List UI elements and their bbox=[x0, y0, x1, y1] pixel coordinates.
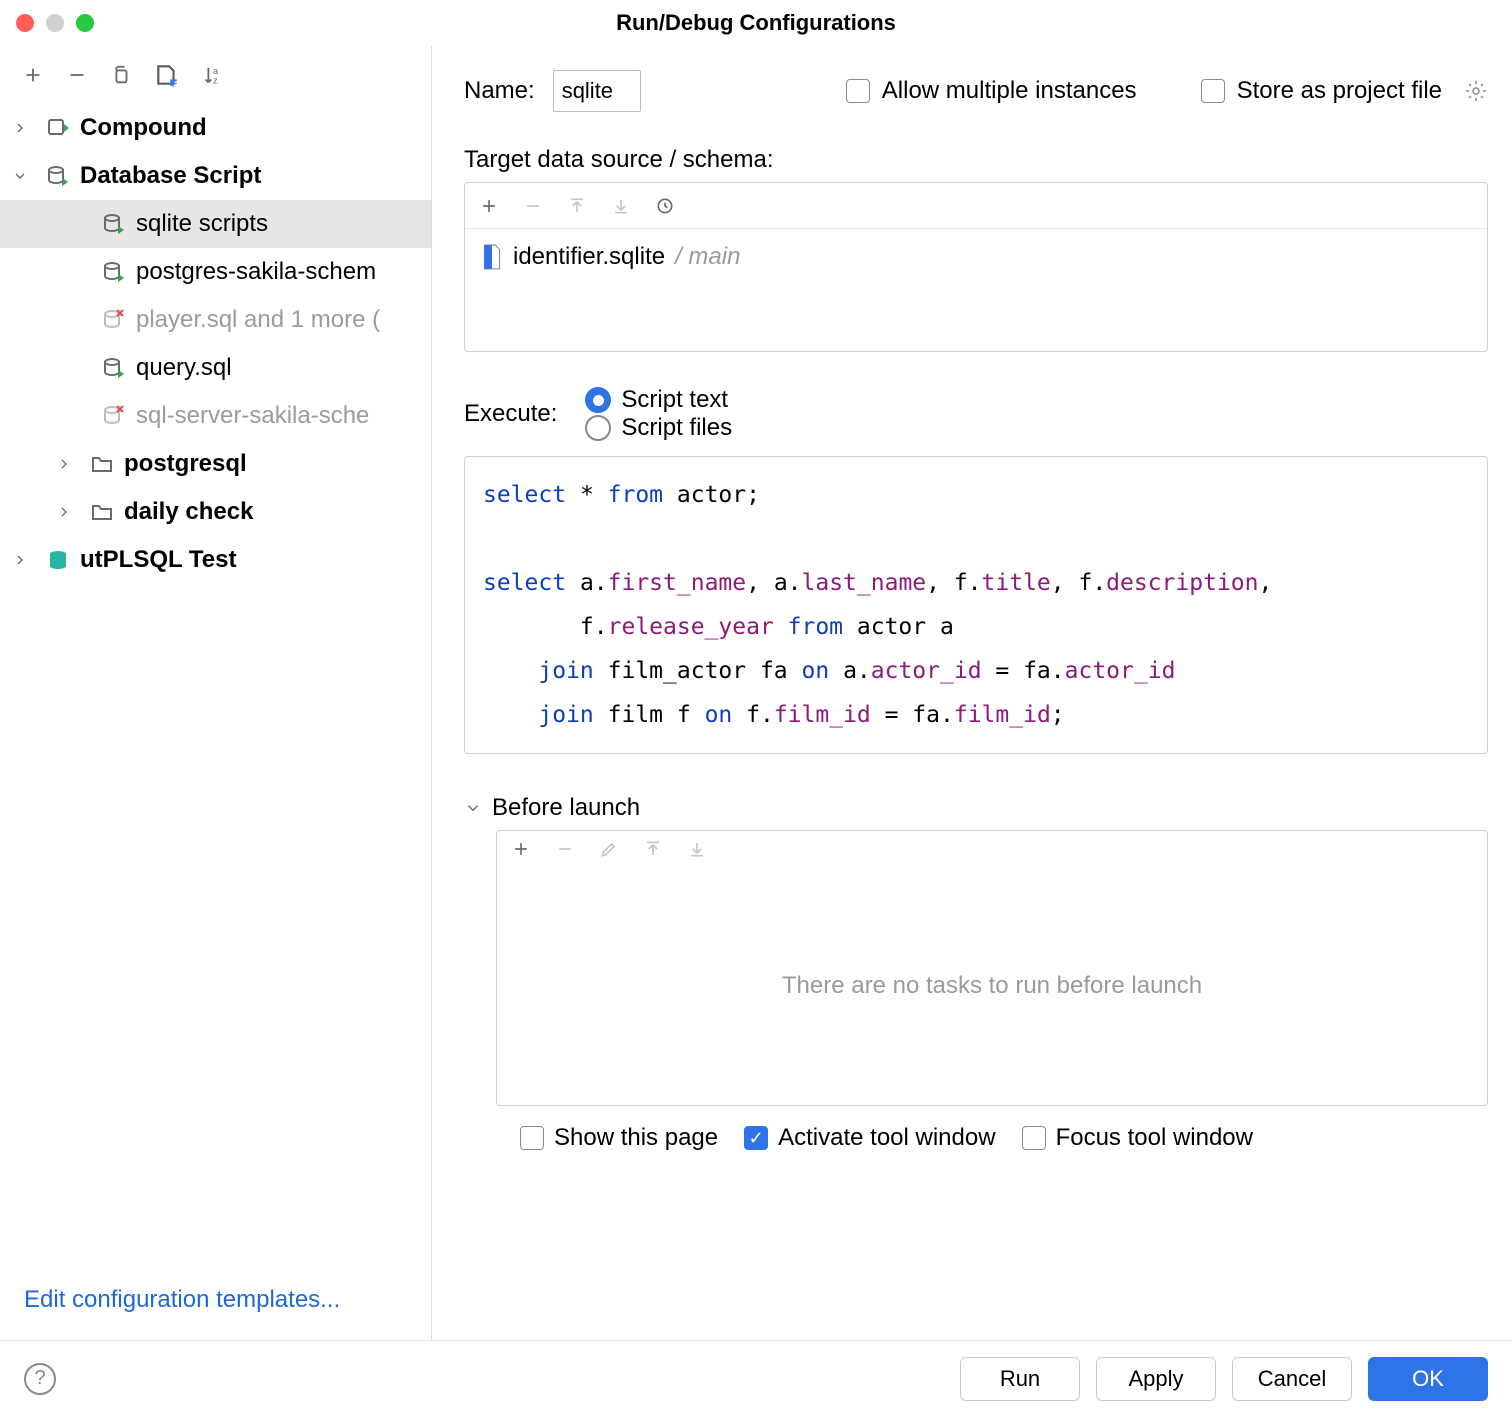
tree-group[interactable]: daily check bbox=[0, 488, 431, 536]
cancel-button[interactable]: Cancel bbox=[1232, 1357, 1352, 1401]
execute-radio[interactable]: Script text bbox=[585, 386, 732, 414]
before-launch-empty: There are no tasks to run before launch bbox=[497, 867, 1487, 1105]
config-form: Name: Allow multiple instances Store as … bbox=[432, 46, 1512, 1340]
name-label: Name: bbox=[464, 77, 535, 105]
before-launch-label: Before launch bbox=[492, 794, 640, 822]
tree-group[interactable]: Database Script bbox=[0, 152, 431, 200]
footer-checkbox[interactable]: Activate tool window bbox=[744, 1124, 995, 1152]
sort-alpha-icon[interactable]: az bbox=[202, 64, 224, 86]
tree-group[interactable]: utPLSQL Test bbox=[0, 536, 431, 584]
ds-add-icon[interactable] bbox=[479, 196, 499, 216]
ok-button[interactable]: OK bbox=[1368, 1357, 1488, 1401]
tree-label: Compound bbox=[80, 114, 207, 142]
before-launch-box: There are no tasks to run before launch bbox=[496, 830, 1488, 1106]
datasource-toolbar bbox=[465, 183, 1487, 229]
copy-config-icon[interactable] bbox=[110, 64, 132, 86]
edit-templates-link[interactable]: Edit configuration templates... bbox=[0, 1264, 431, 1340]
ds-history-icon[interactable] bbox=[655, 196, 675, 216]
footer-checkbox-label: Activate tool window bbox=[778, 1124, 995, 1152]
datasource-item[interactable]: identifier.sqlite / main bbox=[481, 243, 1471, 271]
datasource-name: identifier.sqlite bbox=[513, 243, 665, 271]
tree-item[interactable]: postgres-sakila-schem bbox=[0, 248, 431, 296]
tree-label: sqlite scripts bbox=[136, 210, 268, 238]
allow-multiple-checkbox[interactable]: Allow multiple instances bbox=[846, 77, 1137, 105]
apply-button[interactable]: Apply bbox=[1096, 1357, 1216, 1401]
store-project-checkbox[interactable]: Store as project file bbox=[1201, 77, 1442, 105]
bl-remove-icon[interactable] bbox=[555, 839, 575, 859]
bl-down-icon[interactable] bbox=[687, 839, 707, 859]
tree-label: player.sql and 1 more ( bbox=[136, 306, 380, 334]
tree-label: postgres-sakila-schem bbox=[136, 258, 376, 286]
ds-up-icon[interactable] bbox=[567, 196, 587, 216]
footer-checkbox[interactable]: Show this page bbox=[520, 1124, 718, 1152]
db-run-icon bbox=[100, 212, 128, 236]
dialog-footer: ? Run Apply Cancel OK bbox=[0, 1340, 1512, 1416]
tree-label: postgresql bbox=[124, 450, 247, 478]
add-config-icon[interactable] bbox=[22, 64, 44, 86]
tree-label: query.sql bbox=[136, 354, 232, 382]
titlebar: Run/Debug Configurations bbox=[0, 0, 1512, 46]
compound-icon bbox=[44, 116, 72, 140]
tree-label: Database Script bbox=[80, 162, 261, 190]
db-run-icon bbox=[100, 356, 128, 380]
configurations-tree[interactable]: Compound Database Script sqlite scripts pos… bbox=[0, 104, 431, 1264]
execute-radio[interactable]: Script files bbox=[585, 414, 732, 442]
datasource-box: identifier.sqlite / main bbox=[464, 182, 1488, 352]
tree-item[interactable]: sqlite scripts bbox=[0, 200, 431, 248]
sqlite-file-icon bbox=[481, 244, 503, 270]
execute-radio-label: Script files bbox=[621, 414, 732, 442]
ds-down-icon[interactable] bbox=[611, 196, 631, 216]
help-icon[interactable]: ? bbox=[24, 1363, 56, 1395]
db-run-err-icon bbox=[100, 404, 128, 428]
db-run-icon bbox=[100, 260, 128, 284]
tree-label: utPLSQL Test bbox=[80, 546, 236, 574]
tree-item[interactable]: query.sql bbox=[0, 344, 431, 392]
ds-remove-icon[interactable] bbox=[523, 196, 543, 216]
configurations-sidebar: + az Compound Database Script sqlite scrip… bbox=[0, 46, 432, 1340]
tree-label: sql-server-sakila-sche bbox=[136, 402, 369, 430]
remove-config-icon[interactable] bbox=[66, 64, 88, 86]
save-config-icon[interactable]: + bbox=[154, 62, 180, 88]
sidebar-toolbar: + az bbox=[0, 46, 431, 104]
store-project-label: Store as project file bbox=[1237, 77, 1442, 105]
tree-group[interactable]: postgresql bbox=[0, 440, 431, 488]
svg-text:z: z bbox=[213, 75, 218, 85]
folder-icon bbox=[88, 500, 116, 524]
footer-checkbox[interactable]: Focus tool window bbox=[1022, 1124, 1253, 1152]
target-ds-label: Target data source / schema: bbox=[464, 146, 1488, 174]
db-run-err-icon bbox=[100, 308, 128, 332]
svg-text:+: + bbox=[169, 75, 177, 88]
folder-icon bbox=[88, 452, 116, 476]
window-title: Run/Debug Configurations bbox=[0, 10, 1512, 36]
allow-multiple-label: Allow multiple instances bbox=[882, 77, 1137, 105]
tree-item[interactable]: player.sql and 1 more ( bbox=[0, 296, 431, 344]
name-input[interactable] bbox=[553, 70, 641, 112]
tree-group[interactable]: Compound bbox=[0, 104, 431, 152]
utplsql-icon bbox=[44, 548, 72, 572]
execute-radio-label: Script text bbox=[621, 386, 728, 414]
bl-edit-icon[interactable] bbox=[599, 839, 619, 859]
footer-checkbox-label: Focus tool window bbox=[1056, 1124, 1253, 1152]
db-run-icon bbox=[44, 164, 72, 188]
before-launch-chevron-icon[interactable] bbox=[464, 799, 482, 817]
tree-item[interactable]: sql-server-sakila-sche bbox=[0, 392, 431, 440]
script-text-editor[interactable]: select * from actor; select a.first_name… bbox=[464, 456, 1488, 754]
bl-up-icon[interactable] bbox=[643, 839, 663, 859]
datasource-schema: / main bbox=[675, 243, 740, 271]
tree-label: daily check bbox=[124, 498, 253, 526]
bl-add-icon[interactable] bbox=[511, 839, 531, 859]
footer-checkbox-label: Show this page bbox=[554, 1124, 718, 1152]
store-project-gear-icon[interactable] bbox=[1464, 79, 1488, 103]
run-button[interactable]: Run bbox=[960, 1357, 1080, 1401]
execute-label: Execute: bbox=[464, 400, 557, 428]
